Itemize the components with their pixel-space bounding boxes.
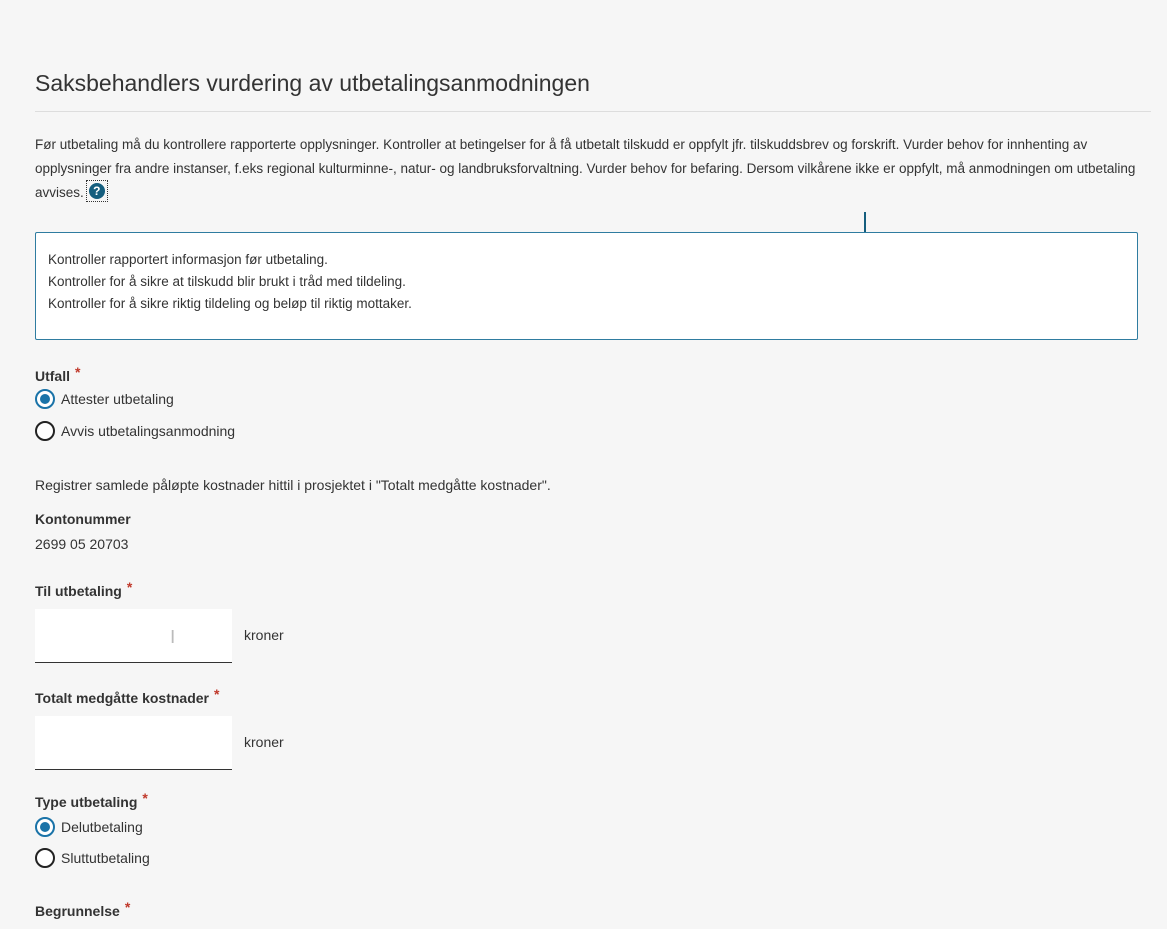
radio-label: Attester utbetaling (61, 391, 174, 407)
required-marker: * (126, 579, 133, 595)
required-marker: * (124, 899, 131, 915)
begrunnelse-label: Begrunnelse * (35, 899, 130, 919)
radio-button-checked[interactable] (35, 817, 55, 837)
radio-label: Delutbetaling (61, 819, 143, 835)
radio-button-checked[interactable] (35, 389, 55, 409)
question-circle-icon[interactable]: ? (85, 180, 108, 203)
title-divider (35, 111, 1151, 112)
utfall-label: Utfall * (35, 364, 80, 384)
infobox-line: Kontroller for å sikre at tilskudd blir … (48, 274, 406, 289)
totalt-label: Totalt medgåtte kostnader * (35, 686, 219, 706)
totalt-input[interactable] (35, 716, 232, 770)
required-marker: * (142, 790, 148, 806)
intro-text: Før utbetaling må du kontrollere rapport… (35, 133, 1155, 205)
kontonummer-label: Kontonummer (35, 511, 131, 527)
begrunnelse-label-text: Begrunnelse (35, 903, 120, 919)
type-utbetaling-label-text: Type utbetaling (35, 794, 138, 810)
infobox-line: Kontroller rapportert informasjon før ut… (48, 252, 328, 267)
infobox-line: Kontroller for å sikre riktig tildeling … (48, 296, 412, 311)
help-glyph: ? (88, 183, 105, 200)
required-marker: * (75, 364, 81, 380)
page-title: Saksbehandlers vurdering av utbetalingsa… (35, 70, 590, 96)
til-utbetaling-input[interactable]: I (35, 609, 232, 663)
kontonummer-value: 2699 05 20703 (35, 536, 129, 552)
register-note: Registrer samlede påløpte kostnader hitt… (35, 477, 551, 493)
til-utbetaling-label: Til utbetaling * (35, 579, 132, 599)
radio-attester[interactable]: Attester utbetaling (35, 389, 174, 409)
utfall-label-text: Utfall (35, 368, 70, 384)
required-marker: * (214, 686, 220, 702)
totalt-label-text: Totalt medgåtte kostnader (35, 690, 209, 706)
text-cursor-icon: I (170, 627, 176, 648)
radio-button[interactable] (35, 421, 55, 441)
radio-label: Sluttutbetaling (61, 850, 150, 866)
radio-sluttutbetaling[interactable]: Sluttutbetaling (35, 848, 150, 868)
radio-delutbetaling[interactable]: Delutbetaling (35, 817, 143, 837)
radio-avvis[interactable]: Avvis utbetalingsanmodning (35, 421, 235, 441)
til-utbetaling-unit: kroner (244, 627, 284, 643)
form-page: Saksbehandlers vurdering av utbetalingsa… (14, 0, 1167, 929)
til-utbetaling-label-text: Til utbetaling (35, 583, 122, 599)
help-infobox: Kontroller rapportert informasjon før ut… (35, 232, 1138, 340)
totalt-unit: kroner (244, 734, 284, 750)
radio-button[interactable] (35, 848, 55, 868)
type-utbetaling-label: Type utbetaling * (35, 790, 148, 810)
radio-label: Avvis utbetalingsanmodning (61, 423, 236, 439)
intro-paragraph: Før utbetaling må du kontrollere rapport… (35, 137, 1136, 200)
help-connector (864, 212, 866, 234)
